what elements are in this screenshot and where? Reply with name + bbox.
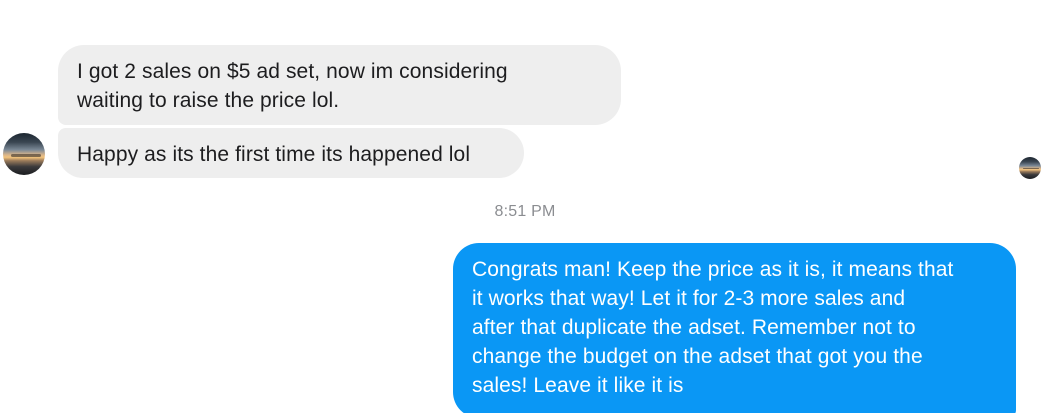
read-receipt-avatar-icon [1019,157,1041,179]
message-text-line: Happy as its the first time its happened… [77,143,471,166]
message-text-line: sales! Leave it like it is [472,374,684,397]
message-timestamp: 8:51 PM [0,203,1058,221]
incoming-message-bubble[interactable]: Happy as its the first time its happened… [58,128,524,178]
timestamp-label: 8:51 PM [494,203,556,220]
sender-avatar-icon[interactable] [3,133,45,175]
outgoing-message-bubble[interactable]: Congrats man! Keep the price as it is, i… [453,243,1016,413]
incoming-message-bubble[interactable]: I got 2 sales on $5 ad set, now im consi… [58,45,621,125]
message-text-line: it works that way! Let it for 2-3 more s… [472,287,906,310]
message-text-line: Congrats man! Keep the price as it is, i… [472,258,954,281]
message-text-line: waiting to raise the price lol. [77,89,340,112]
message-thread: I got 2 sales on $5 ad set, now im consi… [0,0,1058,413]
message-text-line: I got 2 sales on $5 ad set, now im consi… [77,60,508,83]
message-text-line: after that duplicate the adset. Remember… [472,316,916,339]
message-text-line: change the budget on the adset that got … [472,345,923,368]
